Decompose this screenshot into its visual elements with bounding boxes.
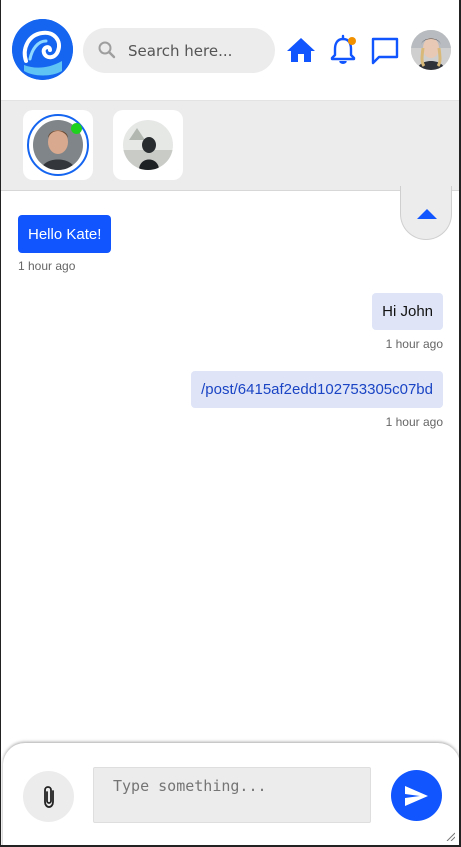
search-icon [98,41,116,59]
top-header: Search here... [1,0,459,101]
search-input[interactable]: Search here... [128,42,232,60]
message-timestamp: 1 hour ago [385,415,443,429]
bell-icon[interactable] [325,32,361,68]
message-input[interactable] [93,767,371,823]
paperclip-icon [44,786,54,808]
contact-john[interactable] [23,110,93,180]
resize-grip-icon[interactable] [445,831,455,841]
chat-icon[interactable] [367,32,403,68]
message-composer [3,743,459,845]
scroll-up-button[interactable] [400,186,452,240]
notification-badge [348,37,356,45]
attach-button[interactable] [23,771,74,822]
user-avatar[interactable] [411,30,451,70]
message-timestamp: 1 hour ago [385,337,443,351]
outgoing-link-message[interactable]: /post/6415af2edd102753305c07bd [191,371,443,408]
incoming-message-bubble: Hello Kate! [18,215,112,253]
search-box[interactable]: Search here... [83,28,275,73]
online-status-dot [71,123,82,134]
outgoing-message-bubble: Hi John [372,293,443,330]
contacts-strip [1,101,459,191]
message-timestamp: 1 hour ago [18,259,76,273]
chat-window: Search here... Hello Kate! 1 hour ago Hi… [0,0,461,847]
contact-avatar [123,120,173,170]
wave-logo-icon[interactable] [12,19,73,80]
contact-second[interactable] [113,110,183,180]
send-icon [405,786,428,806]
home-icon[interactable] [283,32,319,68]
send-button[interactable] [391,770,442,821]
caret-up-icon [417,209,437,219]
